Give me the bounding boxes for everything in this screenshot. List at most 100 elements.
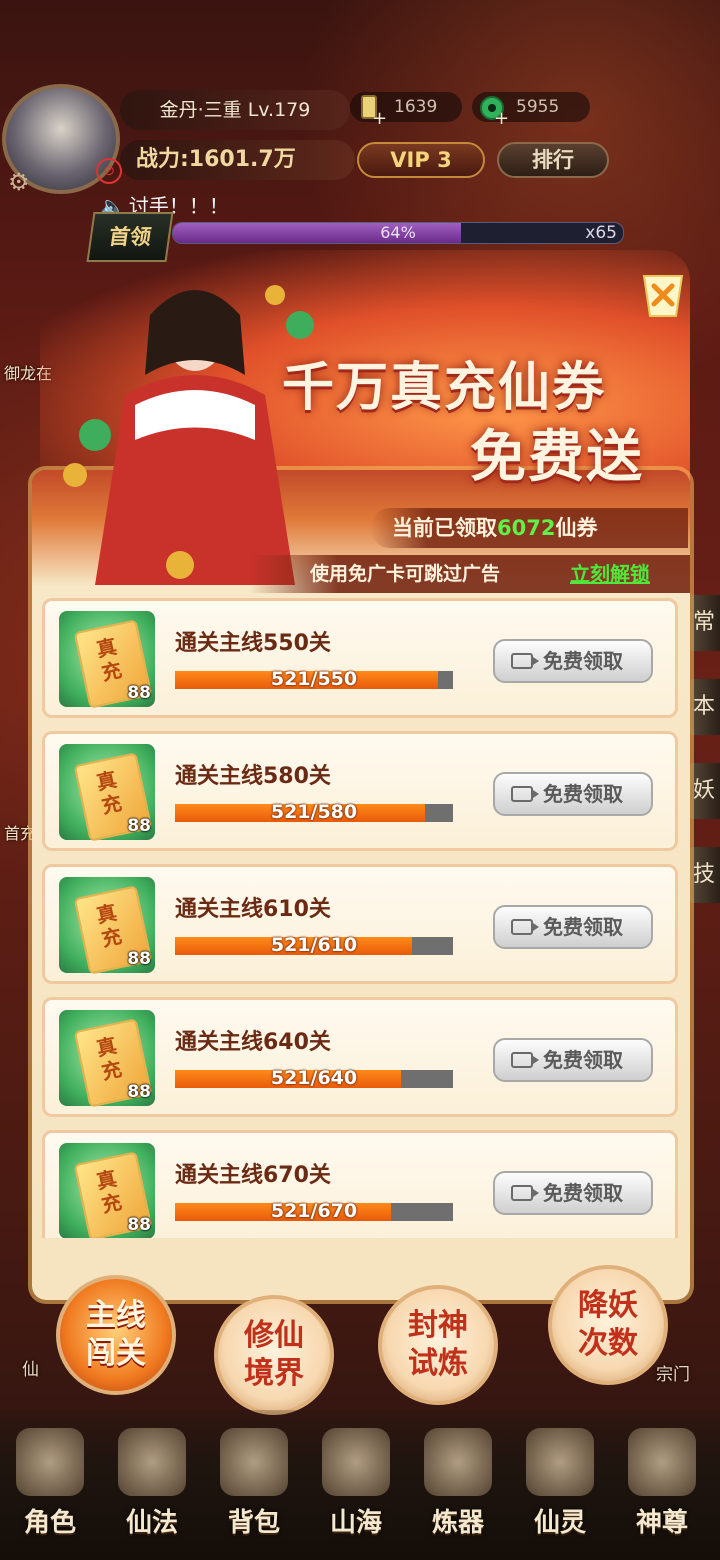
reward-text: 真充 [94, 767, 124, 819]
task-progress-bar: 521/670 [175, 1200, 453, 1222]
character-icon [16, 1428, 84, 1496]
close-icon[interactable] [636, 272, 690, 326]
boss-progress-bar: 64% x65 [172, 222, 624, 244]
temple-icon [322, 1428, 390, 1496]
currency-ticket-value: 1639 [394, 97, 438, 117]
bag-icon [220, 1428, 288, 1496]
popup-title-line2: 免费送 [470, 425, 644, 490]
nav-spells[interactable]: 仙法 [102, 1410, 202, 1560]
reward-qty: 88 [127, 1082, 151, 1102]
task-progress-text: 521/640 [270, 1067, 358, 1089]
video-icon [511, 786, 539, 802]
claimed-suffix: 仙券 [555, 516, 598, 540]
claim-label: 免费领取 [543, 782, 623, 806]
shortcut-cultivation[interactable]: 修仙 境界 [214, 1295, 334, 1415]
reward-qty: 88 [127, 1215, 151, 1235]
add-icon[interactable]: + [494, 104, 509, 134]
rank-button[interactable]: 排行 [497, 142, 609, 178]
free-claim-button[interactable]: 免费领取 [493, 905, 653, 949]
nav-label: 山海 [329, 1508, 382, 1538]
claim-label: 免费领取 [543, 915, 623, 939]
free-claim-button[interactable]: 免费领取 [493, 1038, 653, 1082]
nav-label: 角色 [23, 1508, 76, 1538]
task-progress-text: 521/670 [270, 1200, 358, 1222]
side-tab-1[interactable]: 常 [688, 595, 720, 651]
mute-icon[interactable]: ⊘ [96, 158, 122, 184]
shortcut-line2: 境界 [244, 1356, 304, 1391]
free-claim-button[interactable]: 免费领取 [493, 772, 653, 816]
task-label: 通关主线610关 [175, 897, 331, 922]
task-progress-text: 521/550 [270, 668, 358, 690]
task-progress-bar: 521/640 [175, 1067, 453, 1089]
popup-title-line1: 千万真充仙券 [282, 358, 607, 418]
reward-icon: 真充 88 [59, 1143, 155, 1238]
video-icon [511, 1185, 539, 1201]
claimed-prefix: 当前已领取 [392, 516, 497, 540]
shortcut-trial[interactable]: 封神 试炼 [378, 1285, 498, 1405]
boss-progress-text: 64% [380, 223, 416, 242]
vip-badge[interactable]: VIP 3 [357, 142, 485, 178]
task-progress-text: 521/610 [270, 934, 358, 956]
reward-qty: 88 [127, 683, 151, 703]
nav-forge[interactable]: 炼器 [408, 1410, 508, 1560]
combat-power: 战力:1601.7万 [120, 140, 355, 180]
currency-jade-value: 5955 [516, 97, 560, 117]
add-icon[interactable]: + [372, 104, 387, 134]
currency-jade[interactable]: + 5955 [472, 92, 590, 129]
claim-label: 免费领取 [543, 1181, 623, 1205]
reward-icon: 真充 88 [59, 1010, 155, 1108]
task-row: 真充 88 通关主线550关 521/550 免费领取 [42, 598, 678, 718]
shortcut-demon-count[interactable]: 降妖 次数 [548, 1265, 668, 1385]
sect-label[interactable]: 宗门 [656, 1360, 690, 1385]
nav-mountains-seas[interactable]: 山海 [306, 1410, 406, 1560]
shortcut-main-stage[interactable]: 主线 闯关 [56, 1275, 176, 1395]
reward-qty: 88 [127, 949, 151, 969]
nav-deity[interactable]: 神尊 [612, 1410, 712, 1560]
task-row: 真充 88 通关主线640关 521/640 免费领取 [42, 997, 678, 1117]
reward-text: 真充 [94, 900, 124, 952]
nav-bag[interactable]: 背包 [204, 1410, 304, 1560]
spirit-pet-icon [526, 1428, 594, 1496]
nav-label: 仙灵 [533, 1508, 586, 1538]
nav-label: 仙法 [125, 1508, 178, 1538]
reward-icon: 真充 88 [59, 744, 155, 842]
task-list[interactable]: 真充 88 通关主线550关 521/550 免费领取 真充 88 通关主线58… [42, 598, 678, 1238]
shortcut-line1: 降妖 [578, 1288, 638, 1323]
nav-label: 背包 [227, 1508, 280, 1538]
spellbook-icon [118, 1428, 186, 1496]
realm-level: 金丹·三重 Lv.179 [120, 90, 350, 130]
shortcut-line2: 试炼 [408, 1346, 468, 1381]
side-tab-2[interactable]: 本 [688, 679, 720, 735]
reward-icon: 真充 88 [59, 611, 155, 709]
free-claim-button[interactable]: 免费领取 [493, 639, 653, 683]
task-progress-text: 521/580 [270, 801, 358, 823]
claimed-count: 6072 [497, 516, 556, 540]
claimed-summary: 当前已领取6072仙券 [370, 508, 688, 548]
nav-label: 神尊 [635, 1508, 688, 1538]
task-label: 通关主线580关 [175, 764, 331, 789]
nav-spirit[interactable]: 仙灵 [510, 1410, 610, 1560]
task-row: 真充 88 通关主线670关 521/670 免费领取 [42, 1130, 678, 1238]
reward-icon: 真充 88 [59, 877, 155, 975]
reward-text: 真充 [94, 1033, 124, 1085]
video-icon [511, 653, 539, 669]
nav-label: 炼器 [431, 1508, 484, 1538]
gear-icon[interactable]: ⚙ [8, 168, 30, 196]
side-tab-4[interactable]: 技 [688, 847, 720, 903]
task-row: 真充 88 通关主线580关 521/580 免费领取 [42, 731, 678, 851]
right-side-tabs: 常 本 妖 技 [688, 595, 720, 931]
shortcut-line1: 修仙 [244, 1318, 304, 1353]
heroine-illustration [63, 285, 314, 585]
lower-left-label: 仙 [22, 1360, 39, 1380]
unlock-link[interactable]: 立刻解锁 [570, 555, 650, 593]
free-claim-button[interactable]: 免费领取 [493, 1171, 653, 1215]
currency-ticket[interactable]: + 1639 [350, 92, 462, 129]
nav-character[interactable]: 角色 [0, 1410, 100, 1560]
video-icon [511, 919, 539, 935]
side-tab-3[interactable]: 妖 [688, 763, 720, 819]
reward-qty: 88 [127, 816, 151, 836]
task-label: 通关主线550关 [175, 631, 331, 656]
shortcut-line2: 闯关 [86, 1336, 146, 1371]
bottom-nav: 角色 仙法 背包 山海 炼器 仙灵 神尊 [0, 1410, 720, 1560]
task-progress-bar: 521/580 [175, 801, 453, 823]
